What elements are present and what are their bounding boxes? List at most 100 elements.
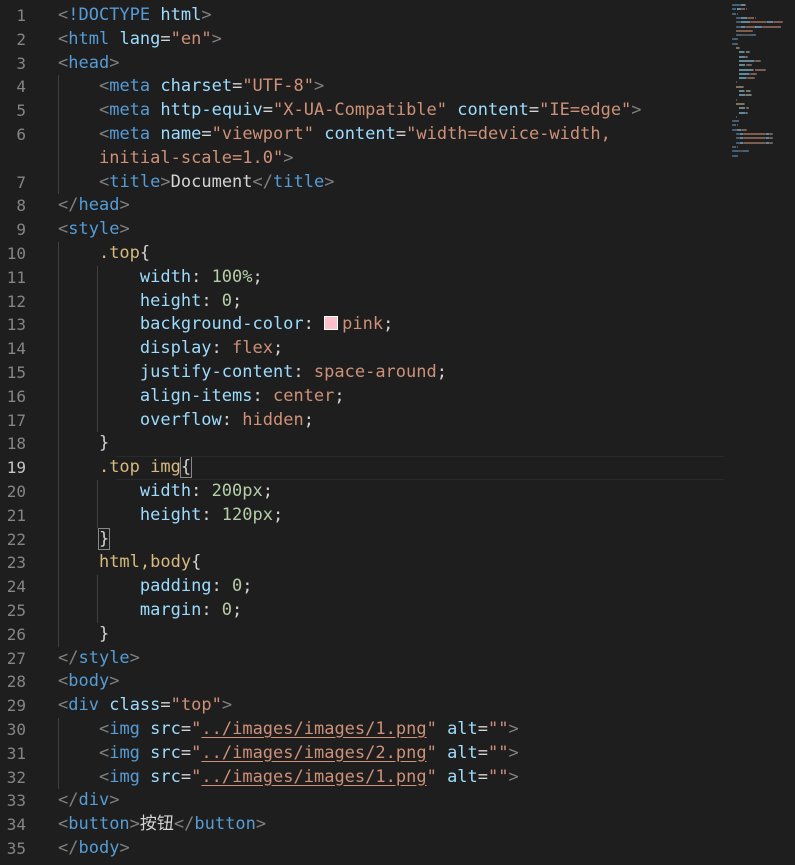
minimap-mark — [782, 21, 784, 24]
code-line[interactable]: 7 <title>Document</title> — [0, 170, 728, 195]
code-line[interactable]: 32 <img src="../images/images/1.png" alt… — [0, 765, 728, 790]
indentation — [58, 148, 99, 168]
line-number: 13 — [6, 315, 26, 335]
code-line[interactable]: 17 overflow: hidden; — [0, 408, 728, 433]
token-punc: </ — [173, 814, 195, 835]
token-text: : — [211, 576, 233, 597]
indentation — [58, 576, 140, 596]
code-line[interactable]: 25 margin: 0; — [0, 598, 728, 623]
code-line[interactable]: 13 background-color: pink; — [0, 313, 728, 338]
token-str: initial-scale=1.0" — [98, 147, 284, 168]
indent-guide — [58, 408, 59, 433]
indent-guide — [58, 622, 59, 647]
code-line[interactable]: 21 height: 120px; — [0, 503, 728, 528]
indentation — [58, 314, 140, 334]
code-line[interactable]: 27 </style> — [0, 647, 728, 671]
code-line[interactable]: 8 </head> — [0, 194, 728, 218]
line-number: 30 — [6, 719, 26, 739]
token-link: ../images/images/2.png — [201, 742, 427, 763]
token-text: 按钮 — [139, 814, 174, 835]
indent-guide — [58, 527, 59, 552]
code-line[interactable]: 29 <div class="top"> — [0, 694, 728, 718]
code-line[interactable]: 11 width: 100%; — [0, 265, 728, 290]
code-line[interactable]: 23 html,body{ — [0, 551, 728, 576]
indent-guide — [96, 384, 98, 409]
token-str: "width=device-width, — [406, 123, 611, 144]
code-line[interactable]: 35 </body> — [0, 837, 728, 861]
indent-guide — [96, 313, 98, 338]
indentation — [58, 172, 99, 192]
token-tag: img — [109, 718, 140, 739]
line-content: width: 100%; — [58, 265, 728, 290]
code-line[interactable]: 26 } — [0, 622, 728, 647]
code-line[interactable]: 10 .top{ — [0, 241, 728, 266]
indent-guide — [58, 313, 59, 338]
token-text: : — [211, 338, 233, 359]
token-attr: charset — [160, 76, 233, 97]
line-content: <style> — [58, 218, 728, 242]
code-line[interactable]: 22 } — [0, 527, 728, 552]
line-number: 4 — [16, 77, 26, 97]
token-punc: > — [221, 695, 233, 716]
token-text: } — [98, 623, 110, 644]
line-content: <div class="top"> — [58, 694, 728, 718]
line-number: 20 — [6, 481, 26, 501]
token-punc: </ — [252, 171, 274, 192]
line-content: </style> — [58, 647, 728, 671]
minimap-mark — [756, 72, 758, 75]
code-line[interactable]: 15 justify-content: space-around; — [0, 360, 728, 385]
token-punc: > — [313, 76, 325, 97]
token-text: : — [221, 409, 243, 430]
code-line[interactable]: 31 <img src="../images/images/2.png" alt… — [0, 741, 728, 766]
code-editor[interactable]: 1 <!DOCTYPE html> 2 <html lang="en"> 3 <head>… — [0, 0, 795, 865]
code-line[interactable]: 5 <meta http-equiv="X-UA-Compatible" con… — [0, 99, 728, 123]
line-number: 32 — [6, 767, 26, 787]
token-prop: width — [139, 266, 192, 287]
token-text: ; — [436, 361, 447, 382]
code-line[interactable]: 12 height: 0; — [0, 289, 728, 314]
minimap-mark — [765, 68, 767, 71]
code-line[interactable]: 33 </div> — [0, 789, 728, 813]
indent-guide — [58, 289, 59, 314]
line-number: 1 — [16, 6, 26, 25]
code-area[interactable]: 1 <!DOCTYPE html> 2 <html lang="en"> 3 <head>… — [0, 4, 728, 861]
code-line[interactable]: 24 padding: 0; — [0, 575, 728, 599]
code-line[interactable]: 34 <button>按钮</button> — [0, 813, 728, 837]
minimap-mark — [737, 38, 739, 41]
token-attr: alt — [447, 766, 478, 787]
code-line[interactable]: 6 <meta name="viewport" content="width=d… — [0, 122, 728, 147]
token-punc: < — [58, 52, 69, 73]
line-content: margin: 0; — [58, 598, 728, 623]
code-line[interactable]: 1 <!DOCTYPE html> — [0, 4, 728, 28]
minimap-mark — [755, 34, 757, 37]
line-content: align-items: center; — [58, 384, 728, 409]
token-punc: < — [98, 100, 110, 121]
code-line[interactable]: 30 <img src="../images/images/1.png" alt… — [0, 717, 728, 742]
token-tag: img — [109, 766, 140, 787]
minimap-mark — [744, 4, 746, 6]
code-line[interactable]: 2 <html lang="en"> — [0, 28, 728, 52]
indentation — [58, 457, 99, 477]
minimap[interactable] — [730, 0, 795, 210]
minimap-mark — [749, 51, 751, 54]
code-line[interactable]: 14 display: flex; — [0, 337, 728, 361]
token-str: "viewport" — [211, 123, 314, 144]
code-line[interactable]: 16 align-items: center; — [0, 384, 728, 409]
code-line[interactable]: 9 <style> — [0, 218, 728, 242]
minimap-mark — [750, 90, 751, 92]
code-line[interactable]: 19 .top img{ — [0, 456, 728, 480]
code-line[interactable]: initial-scale=1.0"> — [0, 146, 728, 171]
line-number: 31 — [6, 743, 26, 763]
code-line[interactable]: 4 <meta charset="UTF-8"> — [0, 75, 728, 100]
code-line[interactable]: 3 <head> — [0, 52, 728, 76]
code-line[interactable]: 20 width: 200px; — [0, 479, 728, 504]
token-text: : — [191, 480, 212, 501]
minimap-mark — [754, 16, 756, 19]
token-prop: overflow — [139, 409, 222, 430]
code-line[interactable]: 28 <body> — [0, 670, 728, 694]
token-str: " — [191, 718, 202, 739]
code-line[interactable]: 18 } — [0, 432, 728, 457]
minimap-mark — [737, 42, 739, 45]
line-number: 10 — [6, 243, 26, 263]
